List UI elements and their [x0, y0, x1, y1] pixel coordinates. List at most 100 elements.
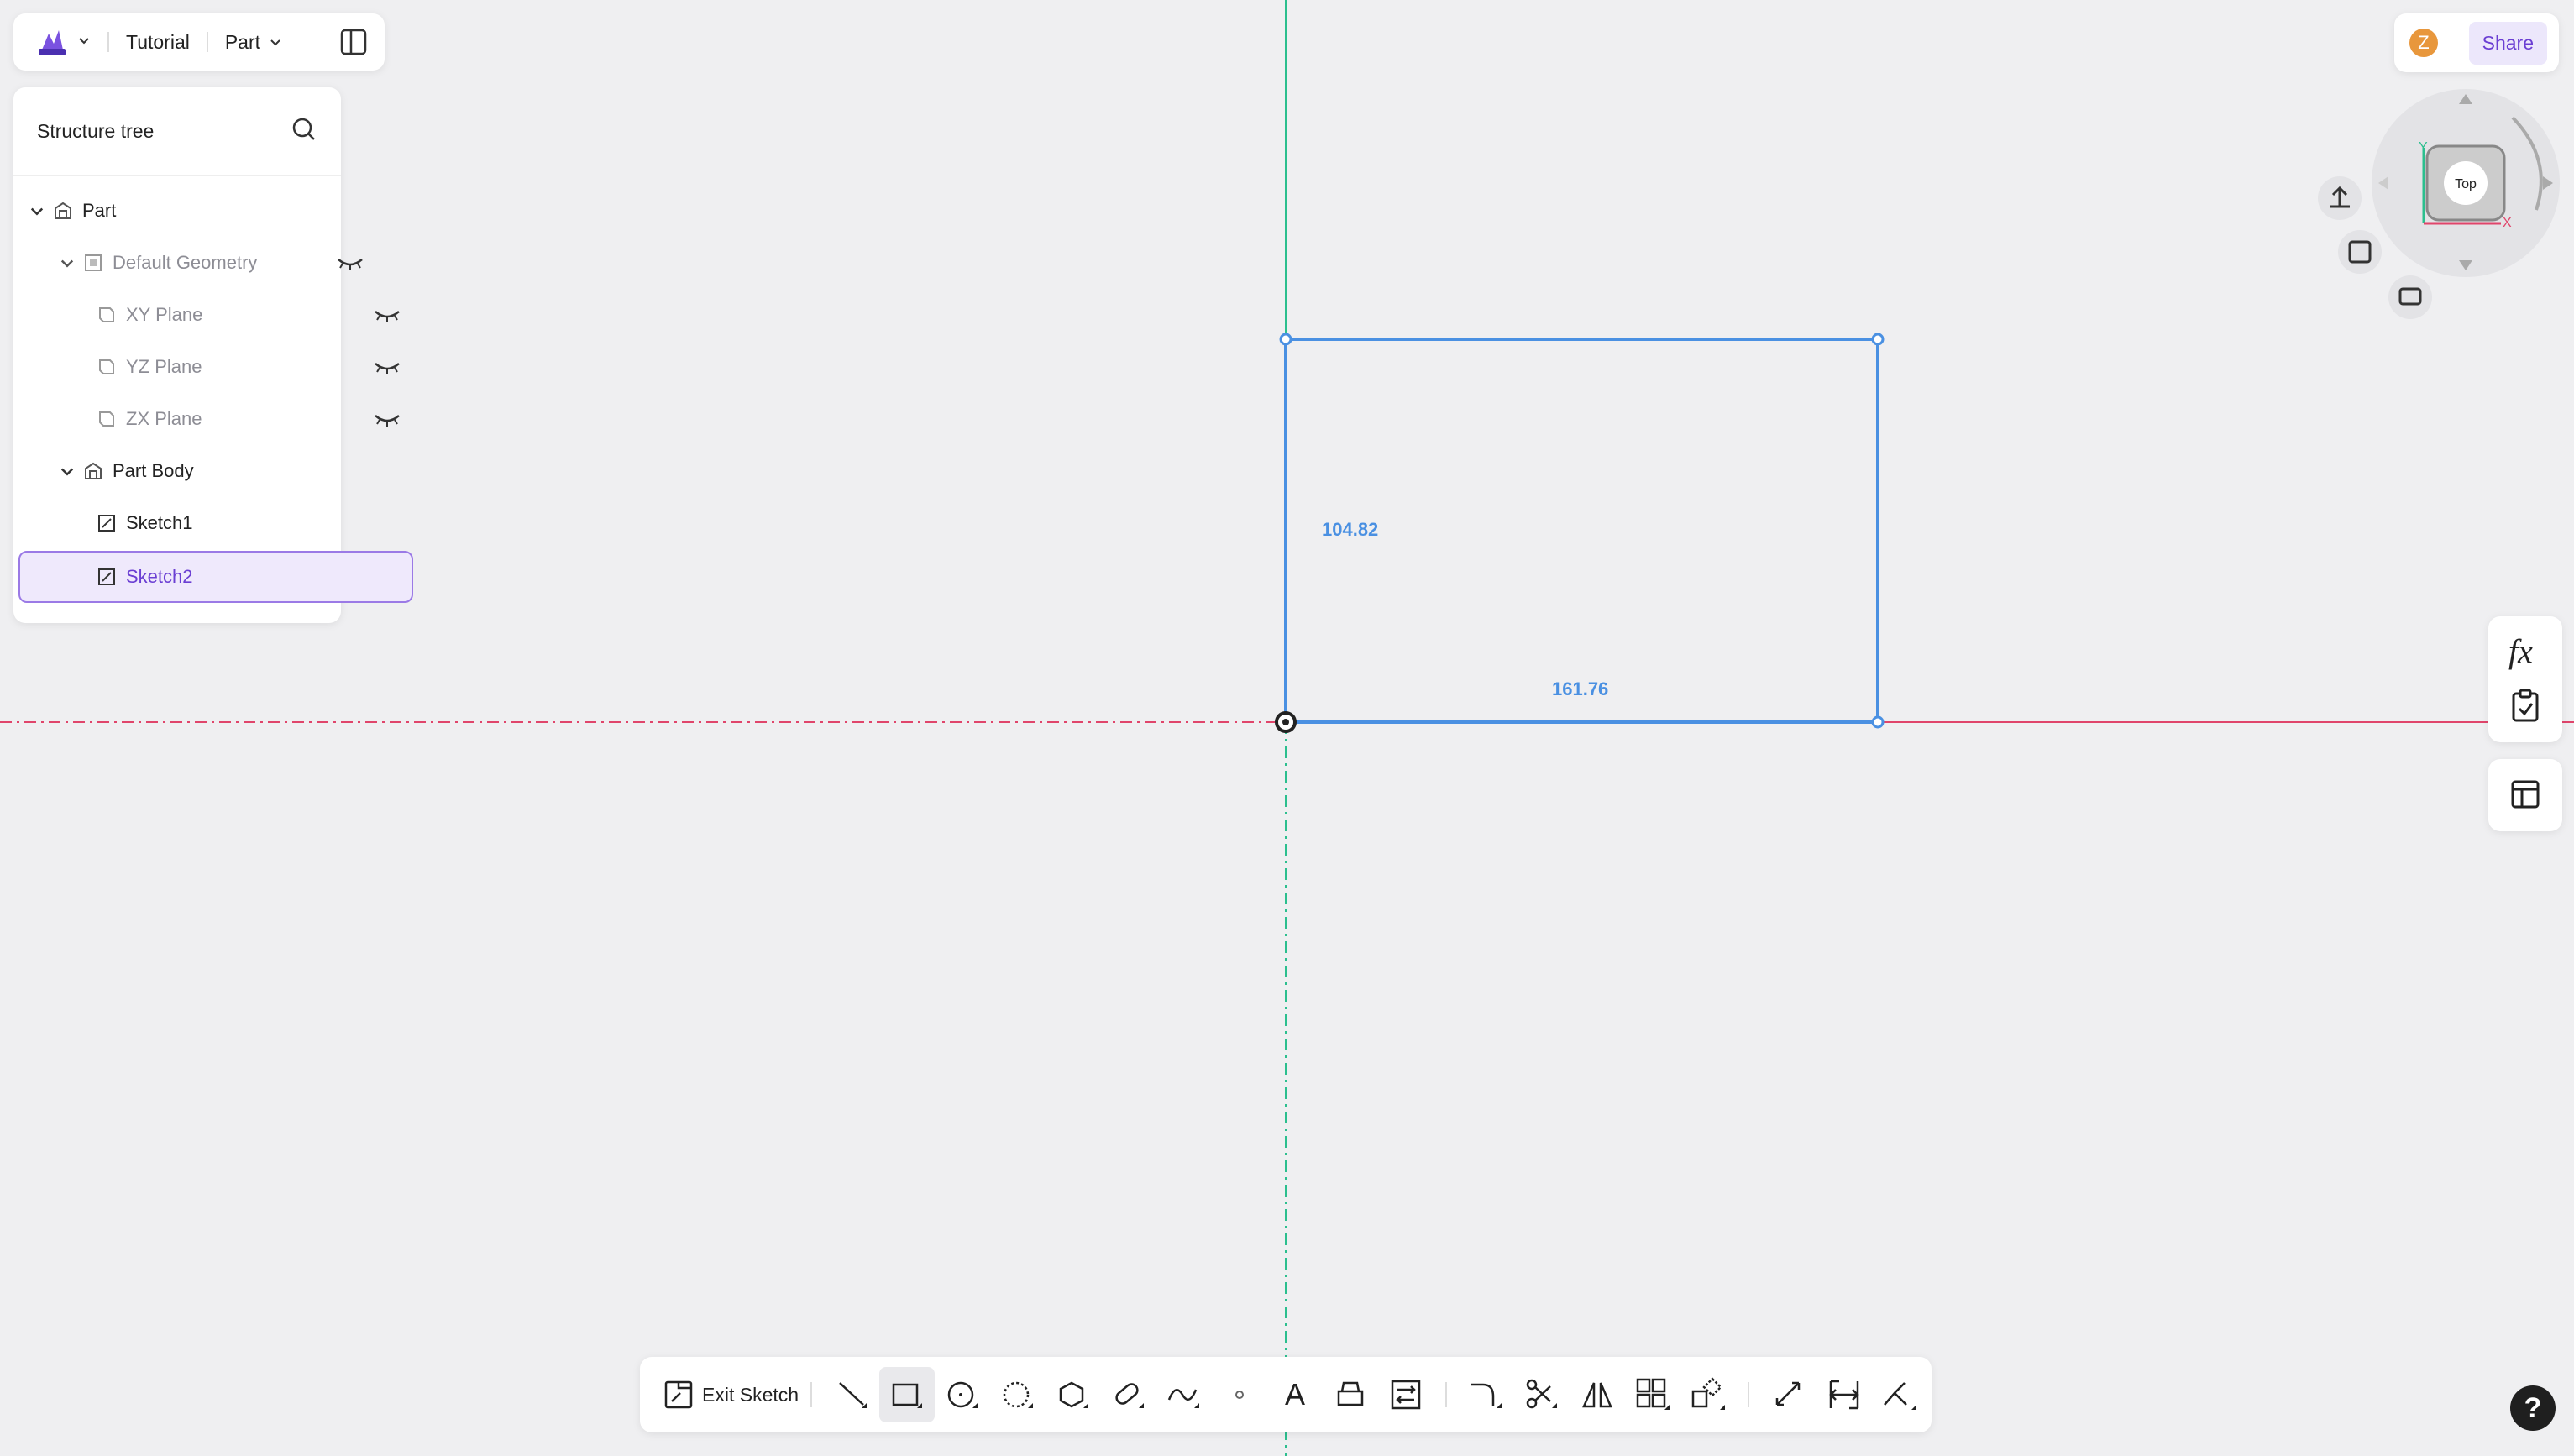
eye-closed-icon[interactable]	[373, 306, 401, 323]
tree-item-zx-plane[interactable]: ZX Plane	[13, 395, 423, 443]
fillet-icon	[1471, 1383, 1502, 1408]
tree-item-part[interactable]: Part	[13, 186, 356, 235]
plane-icon	[99, 411, 114, 427]
mirror-icon	[1582, 1382, 1612, 1408]
share-button[interactable]: Share	[2468, 21, 2547, 65]
checklist-icon[interactable]	[2510, 689, 2540, 722]
help-button[interactable]: ?	[2510, 1385, 2556, 1431]
view-display-button[interactable]	[2388, 275, 2432, 319]
structure-tree-header: Structure tree	[13, 87, 341, 176]
tree-item-label: YZ Plane	[126, 356, 202, 377]
arc-icon	[1003, 1381, 1034, 1408]
view-axis-x-label: X	[2503, 216, 2512, 230]
height-dimension[interactable]: 104.82	[1322, 519, 1378, 541]
sketch-icon	[98, 568, 115, 585]
sketch-icon	[98, 515, 115, 532]
project-tool[interactable]	[1323, 1367, 1378, 1422]
exit-sketch-button[interactable]: Exit Sketch	[663, 1380, 799, 1410]
transform-icon	[1691, 1377, 1726, 1410]
tree-item-default-geometry[interactable]: Default Geometry	[13, 238, 386, 287]
constraint-tool[interactable]	[1872, 1367, 1927, 1422]
convert-tool[interactable]	[1378, 1367, 1434, 1422]
exit-sketch-label: Exit Sketch	[702, 1383, 799, 1406]
horizontal-dimension-tool[interactable]	[1816, 1367, 1872, 1422]
sketch-canvas[interactable]	[0, 0, 2574, 1456]
point-tool[interactable]	[1212, 1367, 1267, 1422]
tree-item-sketch1[interactable]: Sketch1	[13, 499, 423, 547]
tree-item-label: ZX Plane	[126, 408, 202, 429]
right-tools-panel: fx	[2488, 616, 2562, 742]
constraint-icon	[1884, 1382, 1917, 1410]
tree-item-label: Default Geometry	[113, 252, 258, 273]
document-title[interactable]: Tutorial	[126, 31, 190, 54]
plane-icon	[99, 359, 114, 374]
pattern-tool[interactable]	[1625, 1367, 1680, 1422]
chevron-down-icon[interactable]	[77, 34, 91, 51]
divider	[1445, 1382, 1448, 1407]
avatar[interactable]: Z	[2409, 29, 2438, 57]
tree-item-yz-plane[interactable]: YZ Plane	[13, 343, 423, 391]
fx-icon[interactable]: fx	[2508, 631, 2533, 671]
circle-tool[interactable]	[935, 1367, 990, 1422]
mode-label: Part	[224, 30, 261, 53]
tree-item-label: XY Plane	[126, 304, 203, 325]
fillet-tool[interactable]	[1459, 1367, 1514, 1422]
part-icon	[55, 202, 71, 219]
view-fit-button[interactable]	[2338, 230, 2382, 274]
chevron-down-icon[interactable]	[59, 254, 76, 271]
structure-tree-title: Structure tree	[37, 119, 155, 142]
rectangle-tool[interactable]	[879, 1367, 936, 1422]
spline-tool[interactable]	[1156, 1367, 1212, 1422]
eye-closed-icon[interactable]	[336, 254, 364, 271]
spline-icon	[1167, 1389, 1200, 1408]
divider	[1748, 1382, 1750, 1407]
scissors-icon	[1526, 1379, 1558, 1409]
dimension-tool[interactable]	[1761, 1367, 1816, 1422]
app-logo-icon[interactable]	[35, 25, 69, 59]
panel-toggle-icon[interactable]	[339, 28, 368, 56]
eye-closed-icon[interactable]	[373, 359, 401, 375]
slot-tool[interactable]	[1101, 1367, 1156, 1422]
tree-item-label: Part Body	[113, 460, 194, 481]
tree-item-part-body[interactable]: Part Body	[13, 447, 386, 495]
trim-tool[interactable]	[1514, 1367, 1570, 1422]
rect-vertex-bottom-right[interactable]	[1871, 715, 1885, 729]
tree-item-label: Sketch1	[126, 512, 193, 533]
pattern-icon	[1636, 1378, 1670, 1410]
plane-icon	[99, 307, 114, 322]
eye-closed-icon[interactable]	[373, 411, 401, 427]
body-icon	[85, 462, 102, 479]
text-tool[interactable]: A	[1267, 1367, 1323, 1422]
sketch-toolbar: Exit Sketch A	[640, 1357, 1932, 1432]
point-icon	[1235, 1391, 1245, 1399]
polygon-icon	[1059, 1381, 1089, 1408]
mirror-tool[interactable]	[1570, 1367, 1625, 1422]
polygon-tool[interactable]	[1046, 1367, 1101, 1422]
rect-vertex-top-right[interactable]	[1871, 333, 1885, 346]
mode-selector[interactable]: Part	[225, 31, 282, 54]
line-tool[interactable]	[824, 1367, 879, 1422]
rectangle-icon	[892, 1383, 923, 1408]
circle-icon	[947, 1381, 978, 1408]
rect-vertex-top-left[interactable]	[1279, 333, 1292, 346]
view-cube[interactable]: Top Y X	[2301, 84, 2561, 319]
dimension-icon	[1775, 1381, 1801, 1406]
horizontal-dimension-icon	[1829, 1380, 1859, 1410]
chevron-down-icon[interactable]	[59, 463, 76, 479]
exit-sketch-icon	[664, 1380, 693, 1409]
table-icon[interactable]	[2510, 779, 2540, 809]
tree-item-sketch2[interactable]: Sketch2	[18, 551, 413, 603]
search-icon[interactable]	[291, 116, 317, 147]
chevron-down-icon[interactable]	[29, 202, 45, 219]
share-box: Z Share	[2394, 13, 2559, 72]
divider	[206, 32, 208, 52]
tree-item-label: Sketch2	[126, 566, 193, 587]
divider	[107, 32, 109, 52]
tree-item-label: Part	[82, 200, 117, 221]
structure-tree-panel: Structure tree Part Default Geometry XY …	[13, 87, 413, 623]
view-axis-y-label: Y	[2419, 140, 2428, 155]
arc-tool[interactable]	[990, 1367, 1046, 1422]
tree-item-xy-plane[interactable]: XY Plane	[13, 291, 423, 339]
transform-tool[interactable]	[1680, 1367, 1736, 1422]
width-dimension[interactable]: 161.76	[1552, 678, 1608, 700]
